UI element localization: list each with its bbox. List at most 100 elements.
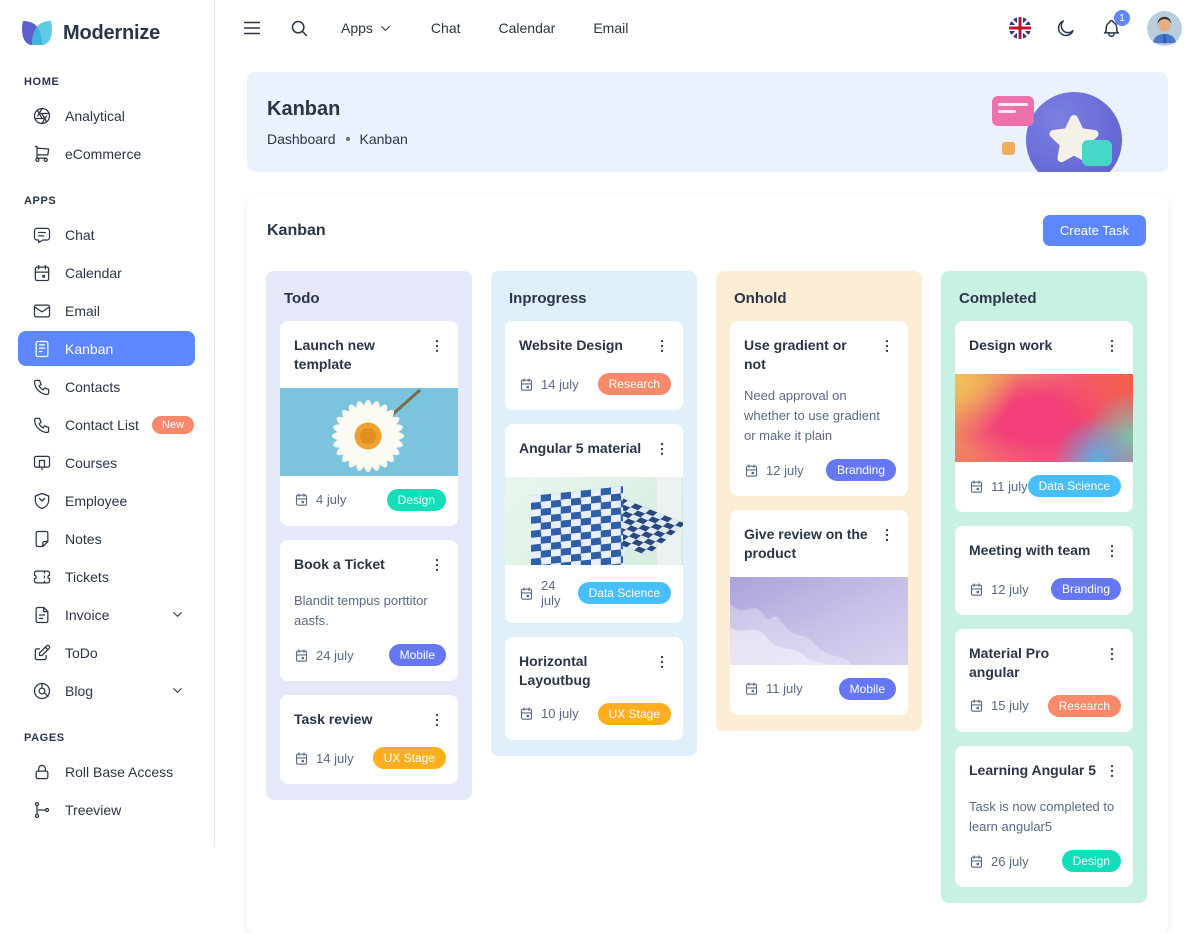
sidebar-item-contact-list[interactable]: Contact ListNew xyxy=(18,407,195,442)
kanban-card[interactable]: Use gradient or notNeed approval on whet… xyxy=(730,321,908,496)
nav-item-email[interactable]: Email xyxy=(593,20,628,36)
calendar-small-icon xyxy=(969,479,984,494)
sidebar-item-calendar[interactable]: Calendar xyxy=(18,255,195,290)
sidebar-item-roll-base-access[interactable]: Roll Base Access xyxy=(18,754,195,789)
banner-illustration xyxy=(990,72,1140,172)
kanban-card[interactable]: Launch new template4 julyDesign xyxy=(280,321,458,526)
card-date: 10 july xyxy=(519,706,579,721)
board-header: Kanban Create Task xyxy=(266,196,1147,271)
kanban-card[interactable]: Website Design14 julyResearch xyxy=(505,321,683,410)
dots-vertical-icon[interactable] xyxy=(1103,762,1121,785)
nav-item-label: Chat xyxy=(431,20,461,36)
notifications-bell-icon[interactable]: 1 xyxy=(1101,17,1123,39)
language-flag-icon[interactable] xyxy=(1009,17,1031,39)
kanban-card[interactable]: Give review on the product11 julyMobile xyxy=(730,510,908,715)
card-date: 15 july xyxy=(969,698,1029,713)
dots-vertical-icon[interactable] xyxy=(1103,645,1121,668)
card-footer: 24 julyData Science xyxy=(505,565,683,623)
card-date: 11 july xyxy=(744,681,803,696)
card-date: 12 july xyxy=(969,582,1029,597)
dots-vertical-icon[interactable] xyxy=(653,653,671,676)
kanban-card[interactable]: Meeting with team12 julyBranding xyxy=(955,526,1133,615)
dots-vertical-icon[interactable] xyxy=(878,337,896,360)
card-image-buildings xyxy=(505,477,683,565)
dots-vertical-icon[interactable] xyxy=(428,711,446,734)
card-header: Angular 5 material xyxy=(505,424,683,463)
dots-vertical-icon[interactable] xyxy=(1103,337,1121,360)
sidebar-item-ecommerce[interactable]: eCommerce xyxy=(18,136,195,171)
dots-vertical-icon[interactable] xyxy=(428,337,446,360)
sidebar-item-email[interactable]: Email xyxy=(18,293,195,328)
chevron-down-icon xyxy=(170,683,185,698)
sidebar-item-employee[interactable]: Employee xyxy=(18,483,195,518)
sidebar-item-chat[interactable]: Chat xyxy=(18,217,195,252)
dark-mode-moon-icon[interactable] xyxy=(1055,17,1077,39)
board-columns: TodoLaunch new template4 julyDesignBook … xyxy=(266,271,1147,903)
breadcrumb-current: Kanban xyxy=(360,131,408,147)
nav-item-chat[interactable]: Chat xyxy=(431,20,461,36)
sidebar-item-courses[interactable]: Courses xyxy=(18,445,195,480)
sidebar-section-label: HOME xyxy=(24,76,195,88)
dots-vertical-icon[interactable] xyxy=(878,526,896,549)
card-header: Design work xyxy=(955,321,1133,360)
kanban-card[interactable]: Design work 11 julyData Science xyxy=(955,321,1133,512)
brand-logo[interactable]: Modernize xyxy=(18,16,195,52)
card-date-text: 12 july xyxy=(766,463,804,478)
card-header: Material Pro angular xyxy=(955,629,1133,682)
kanban-column-completed: CompletedDesign work11 julyData ScienceM… xyxy=(941,271,1147,903)
sidebar-item-contacts[interactable]: Contacts xyxy=(18,369,195,404)
mail-icon xyxy=(32,301,52,321)
card-description: Blandit tempus porttitor aasfs. xyxy=(280,579,458,631)
card-header: Use gradient or not xyxy=(730,321,908,374)
kanban-card[interactable]: Horizontal Layoutbug10 julyUX Stage xyxy=(505,637,683,740)
card-header: Meeting with team xyxy=(955,526,1133,565)
nav-item-calendar[interactable]: Calendar xyxy=(499,20,556,36)
sidebar-item-blog[interactable]: Blog xyxy=(18,673,195,708)
breadcrumb-banner: Kanban Dashboard Kanban xyxy=(247,72,1168,172)
card-date: 24 july xyxy=(519,578,578,608)
nav-item-apps[interactable]: Apps xyxy=(341,20,393,36)
sidebar-item-notes[interactable]: Notes xyxy=(18,521,195,556)
sidebar-item-todo[interactable]: ToDo xyxy=(18,635,195,670)
search-icon[interactable] xyxy=(289,17,311,39)
kanban-card[interactable]: Task review14 julyUX Stage xyxy=(280,695,458,784)
calendar-small-icon xyxy=(744,463,759,478)
card-title: Book a Ticket xyxy=(294,555,385,574)
user-avatar[interactable] xyxy=(1147,11,1182,46)
notification-count-badge: 1 xyxy=(1114,10,1130,26)
hamburger-icon[interactable] xyxy=(241,17,263,39)
sidebar-item-treeview[interactable]: Treeview xyxy=(18,792,195,827)
sidebar-item-label: Contact List xyxy=(65,417,139,433)
kanban-card[interactable]: Learning Angular 5Task is now completed … xyxy=(955,746,1133,887)
card-footer: 11 julyMobile xyxy=(730,665,908,715)
sidebar-item-kanban[interactable]: Kanban xyxy=(18,331,195,366)
create-task-button[interactable]: Create Task xyxy=(1043,215,1146,246)
card-footer: 24 julyMobile xyxy=(280,631,458,681)
tag-badge: UX Stage xyxy=(373,747,446,769)
kanban-card[interactable]: Material Pro angular 15 july Research xyxy=(955,629,1133,732)
sidebar-item-tickets[interactable]: Tickets xyxy=(18,559,195,594)
tag-badge: Mobile xyxy=(389,644,446,666)
breadcrumb-dashboard-link[interactable]: Dashboard xyxy=(267,131,336,147)
card-description: Need approval on whether to use gradient… xyxy=(730,374,908,446)
card-date-text: 14 july xyxy=(316,751,354,766)
dots-vertical-icon[interactable] xyxy=(653,440,671,463)
sidebar-item-label: Invoice xyxy=(65,607,109,623)
kanban-card[interactable]: Angular 5 material 24 julyData Science xyxy=(505,424,683,623)
card-date: 11 july xyxy=(969,479,1028,494)
sidebar-item-analytical[interactable]: Analytical xyxy=(18,98,195,133)
card-date-text: 15 july xyxy=(991,698,1029,713)
sidebar-section-label: APPS xyxy=(24,195,195,207)
sidebar-item-invoice[interactable]: Invoice xyxy=(18,597,195,632)
card-footer: 14 julyResearch xyxy=(505,360,683,410)
dots-vertical-icon[interactable] xyxy=(1103,542,1121,565)
card-footer: 11 julyData Science xyxy=(955,462,1133,512)
dots-vertical-icon[interactable] xyxy=(428,556,446,579)
card-date-text: 14 july xyxy=(541,377,579,392)
dots-vertical-icon[interactable] xyxy=(653,337,671,360)
employee-icon xyxy=(32,491,52,511)
card-date-text: 10 july xyxy=(541,706,579,721)
kanban-card[interactable]: Book a Ticket Blandit tempus porttitor aa… xyxy=(280,540,458,681)
tag-badge: Research xyxy=(1048,695,1121,717)
sidebar-item-label: Treeview xyxy=(65,802,121,818)
